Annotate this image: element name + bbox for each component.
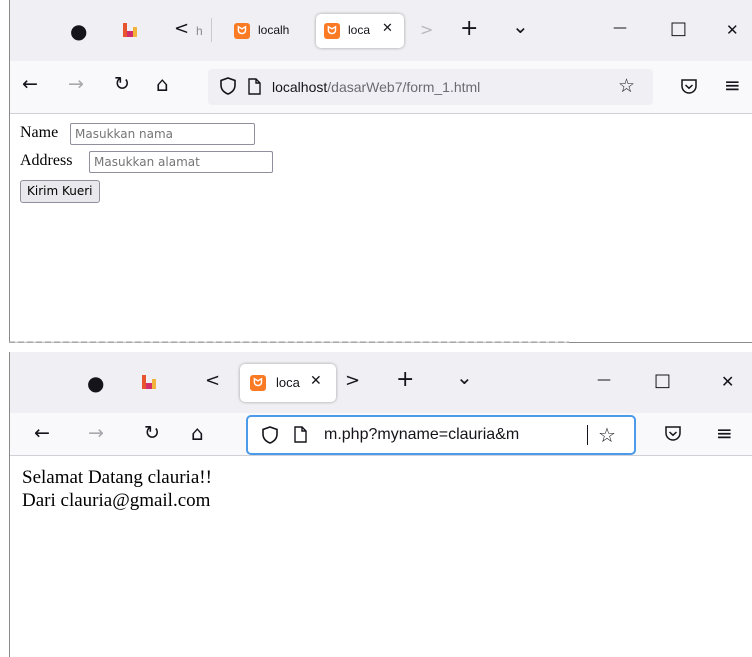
page-info-icon[interactable] — [294, 426, 307, 447]
minimize-icon[interactable]: — — [613, 20, 627, 36]
scroll-tabs-right-icon[interactable]: > — [345, 370, 360, 391]
pocket-icon[interactable] — [664, 425, 682, 446]
submit-query-button[interactable]: Kirim Kueri — [20, 180, 100, 203]
address-label: Address — [20, 152, 73, 169]
list-all-tabs-icon[interactable]: ⌄ — [456, 365, 473, 389]
text-cursor — [587, 425, 588, 445]
scroll-tabs-left-icon[interactable]: < — [174, 18, 189, 39]
scroll-tabs-left-icon[interactable]: < — [205, 370, 220, 391]
background-text-bleed — [9, 340, 569, 343]
bookmark-star-icon[interactable]: ☆ — [598, 423, 616, 447]
scroll-tabs-right-icon[interactable]: > — [420, 20, 433, 39]
close-window-icon[interactable]: ✕ — [721, 372, 734, 391]
close-window-icon[interactable]: ✕ — [726, 21, 739, 39]
github-icon[interactable]: ● — [87, 371, 104, 395]
forward-icon[interactable]: → — [88, 422, 104, 444]
close-tab-icon[interactable]: ✕ — [382, 21, 393, 36]
maximize-icon[interactable]: □ — [654, 370, 671, 391]
navigation-toolbar: ← → ↻ ⌂ m.php?myname=clauria&m ☆ ≡ — [10, 413, 752, 456]
github-icon[interactable]: ● — [70, 19, 87, 43]
app-menu-icon[interactable]: ≡ — [724, 73, 741, 97]
minimize-icon[interactable]: — — [597, 372, 611, 388]
page-content: Selamat Datang clauria!! Dari clauria@gm… — [10, 456, 752, 657]
reload-icon[interactable]: ↻ — [114, 73, 130, 95]
tab-localhost-active[interactable]: ᗢ loca ✕ — [240, 364, 336, 402]
back-icon[interactable]: ← — [22, 73, 38, 95]
close-tab-icon[interactable]: ✕ — [310, 373, 322, 389]
address-bar[interactable]: localhost/dasarWeb7/form_1.html ☆ — [208, 69, 653, 105]
pocket-icon[interactable] — [680, 78, 698, 99]
url-path: /dasarWeb7/form_1.html — [327, 79, 481, 95]
url-host: localhost — [272, 79, 328, 95]
tab-bar: ● < h ᗢ localh ᗢ loca ✕ > + ⌄ — □ ✕ — [10, 0, 752, 61]
new-tab-icon[interactable]: + — [396, 367, 414, 392]
url-text[interactable]: m.php?myname=clauria&m — [324, 426, 594, 444]
welcome-message: Selamat Datang clauria!! — [22, 467, 212, 488]
tab-label: loca — [276, 375, 300, 390]
tab-label: loca — [348, 23, 371, 37]
navigation-toolbar: ← → ↻ ⌂ localhost/dasarWeb7/form_1.html … — [10, 61, 752, 114]
pinned-app-icon[interactable] — [122, 21, 138, 39]
address-input[interactable]: Masukkan alamat — [89, 151, 273, 173]
home-icon[interactable]: ⌂ — [191, 421, 204, 445]
tab-divider — [211, 18, 212, 42]
url-text[interactable]: localhost/dasarWeb7/form_1.html — [272, 79, 622, 95]
sender-email: Dari clauria@gmail.com — [22, 490, 211, 511]
browser-window-result: ● < ᗢ loca ✕ > + ⌄ — □ ✕ ← → ↻ ⌂ m.php?m… — [9, 352, 752, 657]
reload-icon[interactable]: ↻ — [144, 422, 160, 444]
browser-window-form: ● < h ᗢ localh ᗢ loca ✕ > + ⌄ — □ ✕ ← → … — [9, 0, 752, 343]
name-label: Name — [20, 124, 59, 141]
home-icon[interactable]: ⌂ — [156, 72, 169, 96]
name-input[interactable]: Masukkan nama — [70, 123, 255, 145]
tracking-protection-shield-icon[interactable] — [262, 426, 278, 448]
list-all-tabs-icon[interactable]: ⌄ — [512, 14, 529, 38]
partial-tab-label[interactable]: h — [196, 24, 206, 38]
new-tab-icon[interactable]: + — [460, 16, 478, 41]
tab-bar: ● < ᗢ loca ✕ > + ⌄ — □ ✕ — [10, 352, 752, 413]
back-icon[interactable]: ← — [34, 422, 50, 444]
tab-localhost-active[interactable]: ᗢ loca ✕ — [316, 14, 404, 48]
tracking-protection-shield-icon[interactable] — [220, 77, 236, 99]
tab-label: localh — [258, 23, 290, 37]
address-bar[interactable]: m.php?myname=clauria&m ☆ — [246, 415, 636, 455]
xampp-icon: ᗢ — [324, 23, 340, 39]
app-menu-icon[interactable]: ≡ — [716, 421, 733, 445]
tab-localhost-1[interactable]: ᗢ localh — [226, 14, 312, 48]
xampp-icon: ᗢ — [234, 23, 250, 39]
page-content: Name Masukkan nama Address Masukkan alam… — [10, 114, 752, 342]
page-info-icon[interactable] — [248, 78, 261, 99]
maximize-icon[interactable]: □ — [670, 18, 687, 39]
bookmark-star-icon[interactable]: ☆ — [618, 75, 635, 97]
xampp-icon: ᗢ — [250, 375, 266, 391]
forward-icon[interactable]: → — [68, 73, 84, 95]
pinned-app-icon[interactable] — [141, 373, 157, 391]
